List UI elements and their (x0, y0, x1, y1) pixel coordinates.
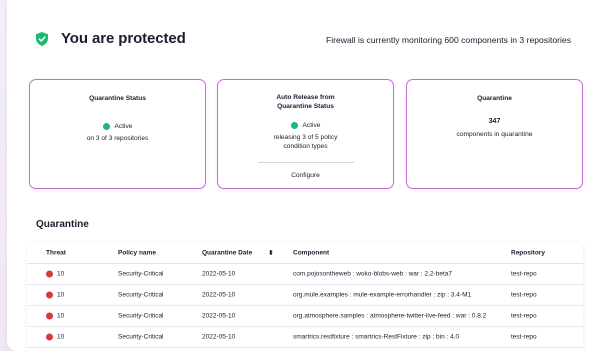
card-title-line1: Auto Release from (276, 94, 335, 101)
status-row: Active (30, 122, 205, 130)
status-label: Active (302, 122, 321, 129)
policy-cell: Security-Critical (118, 270, 164, 278)
column-header-date[interactable]: Quarantine Date (202, 250, 252, 257)
threat-dot-icon (46, 333, 53, 341)
threat-cell: 10 (46, 270, 65, 278)
status-row: Active (218, 122, 393, 129)
card-detail: releasing 3 of 5 policy condition types (218, 134, 393, 151)
status-cards: Quarantine Status Active on 3 of 3 repos… (29, 79, 583, 189)
protection-header: You are protected (36, 30, 186, 47)
card-detail-line1: releasing 3 of 5 policy (273, 134, 338, 141)
quarantine-count: 347 (488, 117, 501, 125)
date-cell: 2022-05-10 (202, 333, 236, 341)
configure-link[interactable]: Configure (218, 172, 393, 179)
column-header-repository[interactable]: Repository (511, 250, 545, 257)
shield-check-icon (36, 31, 48, 46)
repository-cell: test-repo (511, 291, 537, 299)
main-panel: You are protected Firewall is currently … (7, 0, 589, 351)
status-label: Active (114, 122, 133, 130)
threat-value: 10 (57, 333, 65, 341)
card-detail-line2: condition types (283, 142, 328, 150)
threat-cell: 10 (46, 312, 65, 320)
component-cell: smartrics.restfixture : smartrics-RestFi… (293, 333, 460, 341)
quarantine-status-card: Quarantine Status Active on 3 of 3 repos… (29, 79, 206, 189)
table-row[interactable]: 10 Security-Critical 2022-05-10 org.mule… (27, 285, 583, 306)
threat-cell: 10 (46, 333, 65, 341)
component-cell: org.atmosphere.samples : atmosphere-twit… (293, 312, 487, 320)
policy-cell: Security-Critical (118, 291, 164, 299)
threat-cell: 10 (46, 291, 65, 299)
card-title: Auto Release from Quarantine Status (218, 94, 393, 111)
threat-dot-icon (46, 270, 53, 278)
card-detail: components in quarantine (456, 130, 533, 138)
auto-release-card: Auto Release from Quarantine Status Acti… (217, 79, 394, 189)
sort-icon[interactable]: ⬍ (268, 249, 274, 257)
monitoring-summary: Firewall is currently monitoring 600 com… (325, 35, 571, 45)
component-cell: com.pojosontheweb : woko-blobs-web : war… (293, 270, 452, 278)
status-dot-icon (290, 122, 298, 129)
column-header-threat[interactable]: Threat (46, 250, 66, 257)
threat-dot-icon (46, 312, 53, 320)
policy-cell: Security-Critical (118, 312, 164, 320)
threat-value: 10 (57, 291, 65, 299)
policy-cell: Security-Critical (118, 333, 164, 341)
page-title: You are protected (61, 30, 186, 47)
table-row[interactable]: 10 Security-Critical 2022-05-10 org.atmo… (27, 306, 583, 327)
card-title: Quarantine (477, 95, 512, 102)
card-title: Quarantine Status (89, 95, 146, 102)
card-title-line2: Quarantine Status (277, 102, 334, 110)
component-cell: org.mule.examples : mule-example-errorha… (293, 291, 472, 299)
card-divider (257, 162, 354, 163)
status-dot-icon (102, 122, 110, 130)
table-row[interactable]: 10 Security-Critical 2022-05-10 smartric… (27, 327, 583, 348)
card-detail: on 3 of 3 repositories (86, 134, 149, 142)
column-header-component[interactable]: Component (293, 250, 329, 257)
column-header-policy[interactable]: Policy name (118, 250, 156, 257)
repository-cell: test-repo (511, 312, 537, 320)
table-row[interactable]: 10 Security-Critical 2022-05-10 com.pojo… (27, 264, 583, 285)
threat-value: 10 (57, 270, 65, 278)
threat-value: 10 (57, 312, 65, 320)
threat-dot-icon (46, 291, 53, 299)
repository-cell: test-repo (511, 270, 537, 278)
date-cell: 2022-05-10 (202, 291, 236, 299)
repository-cell: test-repo (511, 333, 537, 341)
quarantine-count-card: Quarantine 347 components in quarantine (406, 79, 583, 189)
date-cell: 2022-05-10 (202, 270, 236, 278)
table-header: Threat Policy name Quarantine Date ⬍ Com… (27, 243, 583, 264)
quarantine-section-title: Quarantine (36, 219, 89, 230)
date-cell: 2022-05-10 (202, 312, 236, 320)
quarantine-table: Threat Policy name Quarantine Date ⬍ Com… (27, 243, 583, 351)
